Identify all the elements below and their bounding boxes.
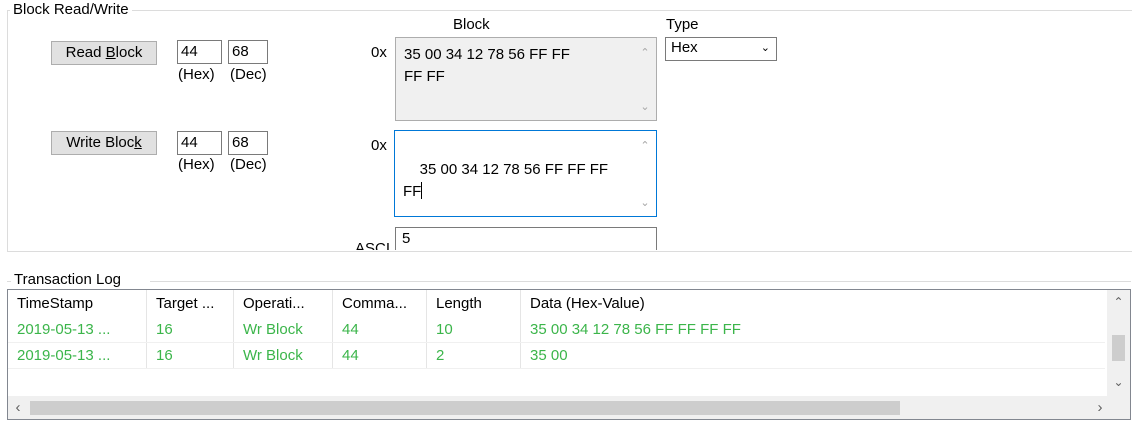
row-1-operation[interactable]: Wr Block bbox=[234, 317, 333, 342]
write-block-button[interactable]: Write Block bbox=[51, 131, 157, 155]
row-2-operation[interactable]: Wr Block bbox=[234, 343, 333, 368]
chevron-left-icon[interactable]: ‹ bbox=[8, 396, 28, 419]
chevron-down-icon[interactable]: ⌄ bbox=[1107, 372, 1130, 392]
row-2-command[interactable]: 44 bbox=[333, 343, 427, 368]
block-read-write-title: Block Read/Write bbox=[10, 1, 132, 19]
chevron-up-icon[interactable]: ⌃ bbox=[634, 43, 656, 63]
chevron-up-icon[interactable]: ⌃ bbox=[634, 136, 656, 156]
read-dec-address-field[interactable]: 68 bbox=[228, 40, 268, 64]
column-header-length[interactable]: Length bbox=[427, 290, 521, 317]
read-block-data-box[interactable]: 35 00 34 12 78 56 FF FF FF FF ⌃ ⌄ bbox=[395, 37, 657, 121]
write-block-data-text: 35 00 34 12 78 56 FF FF FF FF bbox=[403, 161, 609, 200]
row-2-target[interactable]: 16 bbox=[147, 343, 234, 368]
read-hex-address-field[interactable]: 44 bbox=[177, 40, 222, 64]
row-1-target[interactable]: 16 bbox=[147, 317, 234, 342]
type-select[interactable]: Hex ⌄ bbox=[665, 37, 777, 61]
row-1-data[interactable]: 35 00 34 12 78 56 FF FF FF FF bbox=[521, 317, 1105, 342]
write-dec-address-field[interactable]: 68 bbox=[228, 131, 268, 155]
column-header-timestamp[interactable]: TimeStamp bbox=[8, 290, 147, 317]
write-hex-prefix: 0x bbox=[371, 137, 387, 154]
read-block-data-text: 35 00 34 12 78 56 FF FF FF FF bbox=[404, 46, 570, 85]
chevron-right-icon[interactable]: › bbox=[1090, 396, 1110, 419]
log-vertical-scrollbar[interactable]: ⌃ ⌄ bbox=[1107, 290, 1130, 396]
row-divider bbox=[8, 368, 1105, 369]
transaction-log-group-line-right bbox=[150, 281, 1131, 282]
type-header-label: Type bbox=[666, 16, 699, 33]
transaction-log-title: Transaction Log bbox=[14, 271, 122, 289]
block-header-label: Block bbox=[453, 16, 490, 33]
ascii-field[interactable]: 5 bbox=[395, 227, 657, 250]
row-2-data[interactable]: 35 00 bbox=[521, 343, 1105, 368]
log-horizontal-scrollbar[interactable]: ‹ › bbox=[8, 396, 1130, 419]
write-block-scrollbar[interactable]: ⌃ ⌄ bbox=[634, 131, 656, 216]
row-1-timestamp[interactable]: 2019-05-13 ... bbox=[8, 317, 147, 342]
transaction-log-group-line bbox=[7, 281, 11, 282]
write-hex-address-field[interactable]: 44 bbox=[177, 131, 222, 155]
column-header-data[interactable]: Data (Hex-Value) bbox=[521, 290, 1105, 317]
read-block-scrollbar[interactable]: ⌃ ⌄ bbox=[634, 38, 656, 120]
row-1-command[interactable]: 44 bbox=[333, 317, 427, 342]
read-dec-label: (Dec) bbox=[230, 66, 267, 83]
row-1-length[interactable]: 10 bbox=[427, 317, 521, 342]
chevron-up-icon[interactable]: ⌃ bbox=[1107, 292, 1130, 312]
type-select-value: Hex bbox=[671, 39, 698, 56]
row-2-length[interactable]: 2 bbox=[427, 343, 521, 368]
write-dec-label: (Dec) bbox=[230, 156, 267, 173]
ascii-label: ASCII bbox=[355, 240, 391, 250]
column-header-target[interactable]: Target ... bbox=[147, 290, 234, 317]
log-vertical-scroll-thumb[interactable] bbox=[1112, 335, 1125, 361]
transaction-log-list[interactable]: TimeStamp Target ... Operati... Comma...… bbox=[7, 289, 1131, 420]
log-horizontal-scroll-thumb[interactable] bbox=[30, 401, 900, 415]
write-hex-label: (Hex) bbox=[178, 156, 215, 173]
read-hex-label: (Hex) bbox=[178, 66, 215, 83]
text-caret bbox=[421, 182, 423, 199]
read-block-button[interactable]: Read Block bbox=[51, 41, 157, 65]
write-block-data-box[interactable]: 35 00 34 12 78 56 FF FF FF FF ⌃ ⌄ bbox=[394, 130, 657, 217]
chevron-down-icon[interactable]: ⌄ bbox=[634, 193, 656, 213]
read-hex-prefix: 0x bbox=[371, 44, 387, 61]
column-header-command[interactable]: Comma... bbox=[333, 290, 427, 317]
column-header-operation[interactable]: Operati... bbox=[234, 290, 333, 317]
row-2-timestamp[interactable]: 2019-05-13 ... bbox=[8, 343, 147, 368]
chevron-down-icon[interactable]: ⌄ bbox=[634, 97, 656, 117]
chevron-down-icon: ⌄ bbox=[760, 42, 770, 54]
